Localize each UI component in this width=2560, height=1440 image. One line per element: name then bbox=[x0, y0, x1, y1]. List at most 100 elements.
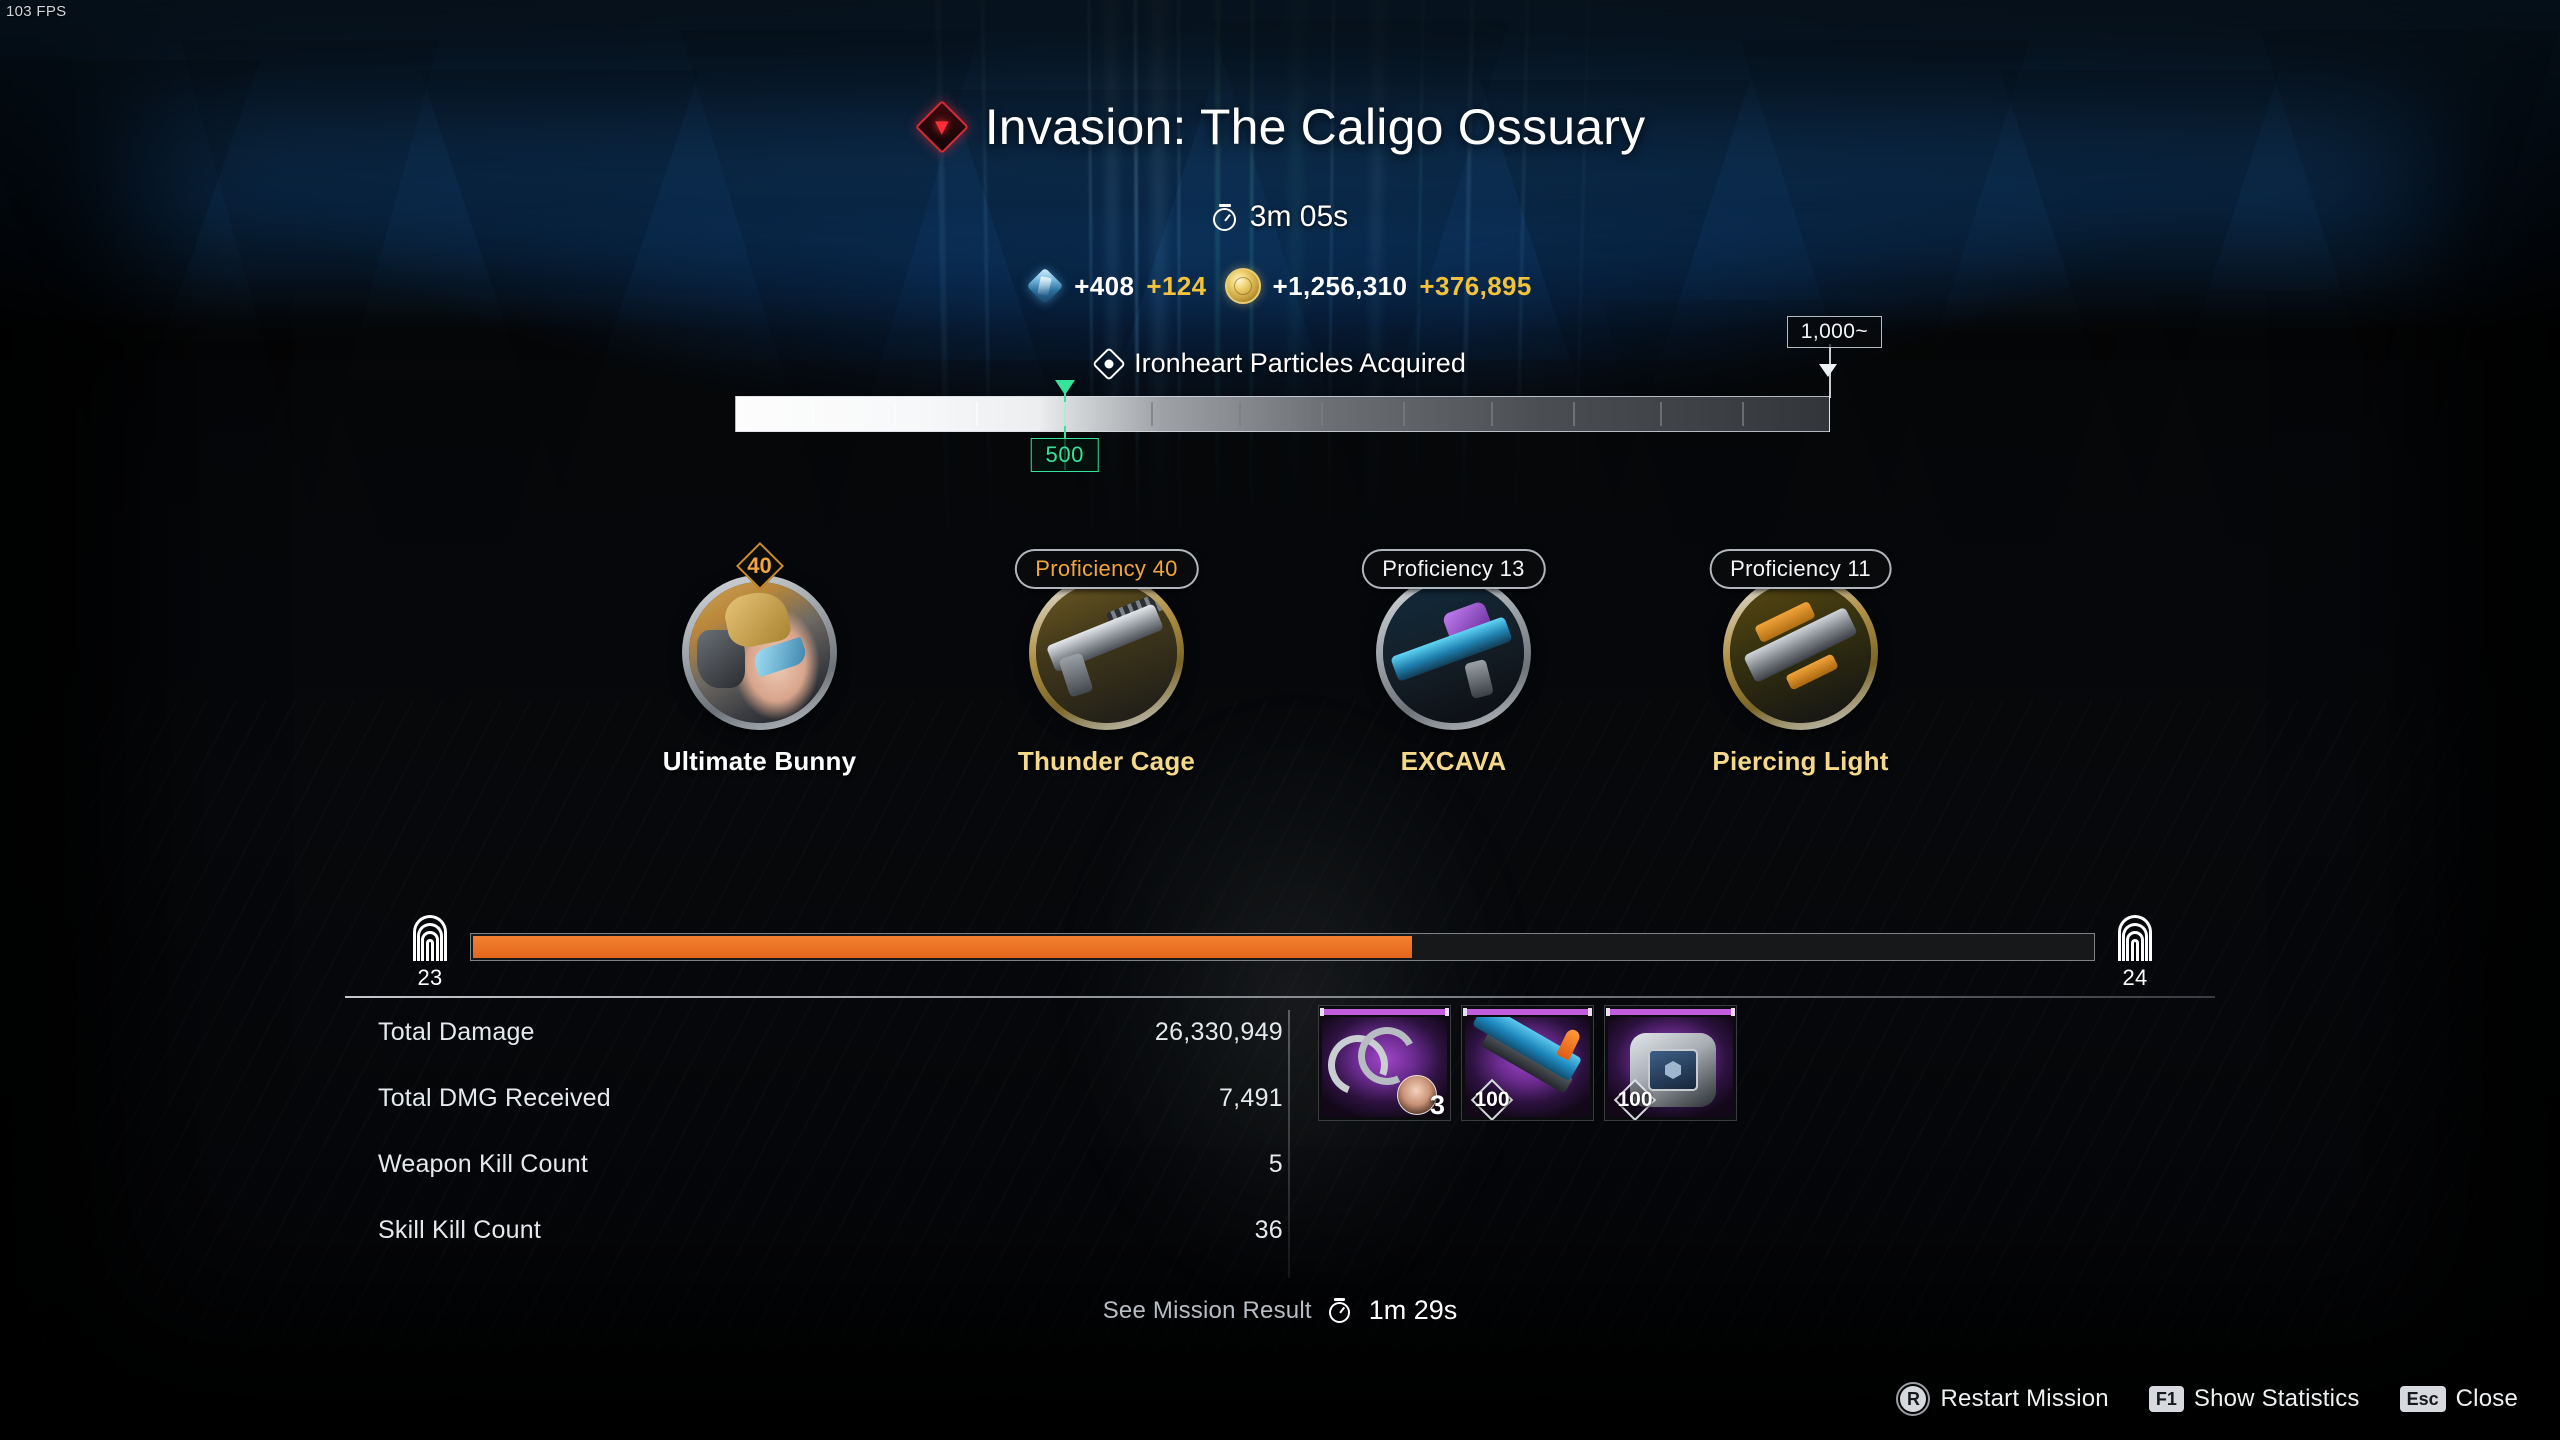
ironheart-tick bbox=[1742, 402, 1745, 426]
stat-value: 26,330,949 bbox=[1154, 1018, 1283, 1046]
ironheart-current-marker: 500 bbox=[1030, 380, 1100, 472]
gold-coin-icon bbox=[1224, 268, 1261, 304]
item-level-value: 100 bbox=[1474, 1088, 1510, 1111]
key-badge-r: R bbox=[1896, 1382, 1931, 1416]
thunder-cage-icon bbox=[1036, 582, 1177, 723]
reward-gold-bonus: +376,895 bbox=[1419, 270, 1532, 301]
list-item[interactable]: 100 bbox=[1461, 1005, 1594, 1121]
close-button[interactable]: Esc Close bbox=[2399, 1385, 2518, 1413]
key-badge-r-label: R bbox=[1900, 1386, 1927, 1412]
item-level-badge: 100 bbox=[1466, 1078, 1518, 1120]
see-mission-result-label: See Mission Result bbox=[1102, 1296, 1312, 1324]
ironheart-tick bbox=[811, 402, 814, 426]
excava-icon bbox=[1383, 582, 1524, 723]
stat-label: Weapon Kill Count bbox=[378, 1150, 589, 1178]
loadout-slot-weapon-3[interactable]: Proficiency 11 Piercing Light bbox=[1673, 545, 1928, 777]
loadout-slot-weapon-2[interactable]: Proficiency 13 EXCAVA bbox=[1326, 545, 1581, 777]
ironheart-current-badge: 500 bbox=[1030, 438, 1100, 472]
rarity-bar bbox=[1463, 1008, 1592, 1016]
reward-items: 3 100 100 bbox=[1318, 1005, 1737, 1121]
mastery-next-rank-value: 24 bbox=[2122, 965, 2148, 990]
piercing-light-icon bbox=[1730, 582, 1871, 723]
page-title: Invasion: The Caligo Ossuary bbox=[984, 99, 1646, 155]
reward-kuiper-bonus: +124 bbox=[1146, 270, 1207, 301]
ironheart-tick bbox=[1320, 402, 1323, 426]
ironheart-max-value: 1,000~ bbox=[1800, 320, 1868, 343]
footer-actions: R Restart Mission F1 Show Statistics Esc… bbox=[1896, 1382, 2518, 1416]
mission-header: ▼ Invasion: The Caligo Ossuary bbox=[0, 98, 2560, 156]
mastery-bar-fill bbox=[473, 936, 1413, 958]
ironheart-tick bbox=[1572, 402, 1575, 426]
ironheart-bar-track bbox=[735, 396, 1830, 432]
ironheart-tick bbox=[975, 402, 978, 426]
mastery-current-rank: 23 bbox=[400, 915, 460, 991]
enhancement-module-icon: 3 bbox=[1322, 1017, 1447, 1117]
stopwatch-icon bbox=[1328, 1298, 1353, 1323]
descendant-name: Ultimate Bunny bbox=[662, 746, 857, 776]
mastery-rank-icon bbox=[413, 915, 447, 961]
loadout-slot-descendant[interactable]: 40 Ultimate Bunny bbox=[632, 541, 887, 777]
ironheart-header: Ironheart Particles Acquired bbox=[0, 346, 2560, 381]
weapon-1-name: Thunder Cage bbox=[1017, 746, 1196, 776]
item-count: 3 bbox=[1429, 1090, 1445, 1117]
stat-value: 5 bbox=[1268, 1150, 1283, 1178]
loadout-slot-weapon-1[interactable]: Proficiency 40 Thunder Cage bbox=[979, 545, 1234, 777]
ironheart-tick bbox=[1063, 402, 1066, 426]
ironheart-current-value: 500 bbox=[1045, 442, 1085, 467]
reward-kuiper: +408 +124 bbox=[1026, 267, 1207, 305]
stat-label: Total DMG Received bbox=[378, 1084, 611, 1112]
weapon-2-proficiency-badge: Proficiency 13 bbox=[1361, 549, 1546, 589]
ironheart-max-pointer bbox=[1819, 364, 1837, 377]
mastery-arc bbox=[2131, 939, 2139, 961]
item-level-value: 100 bbox=[1617, 1088, 1653, 1111]
list-item[interactable]: 100 bbox=[1604, 1005, 1737, 1121]
item-level-badge: 100 bbox=[1609, 1078, 1661, 1120]
descendant-level-value: 40 bbox=[747, 553, 772, 578]
table-row: Weapon Kill Count 5 bbox=[378, 1150, 1283, 1216]
see-mission-result[interactable]: See Mission Result 1m 29s bbox=[0, 1295, 2560, 1326]
reward-gold: +1,256,310 +376,895 bbox=[1224, 268, 1532, 304]
kuiper-shard-icon bbox=[1026, 267, 1064, 305]
weapon-1-proficiency-badge: Proficiency 40 bbox=[1014, 549, 1199, 589]
ironheart-tick bbox=[1238, 402, 1241, 426]
fps-counter: 103 FPS bbox=[6, 3, 67, 20]
mastery-next-rank: 24 bbox=[2105, 915, 2165, 991]
reward-gold-amount: +1,256,310 bbox=[1272, 270, 1408, 301]
ironheart-label: Ironheart Particles Acquired bbox=[1134, 348, 1466, 378]
loadout-row: 40 Ultimate Bunny Proficiency 40 Thunder… bbox=[0, 541, 2560, 777]
descendant-portrait-ring bbox=[682, 575, 837, 730]
show-statistics-button[interactable]: F1 Show Statistics bbox=[2148, 1385, 2360, 1413]
restart-mission-button[interactable]: R Restart Mission bbox=[1896, 1382, 2109, 1416]
reward-kuiper-amount: +408 bbox=[1074, 270, 1135, 301]
weapon-3-proficiency-badge: Proficiency 11 bbox=[1709, 549, 1892, 589]
ironheart-tick bbox=[1490, 402, 1493, 426]
mastery-rank-icon bbox=[2118, 915, 2152, 961]
table-row: Total Damage 26,330,949 bbox=[378, 1018, 1283, 1084]
mastery-current-rank-value: 23 bbox=[417, 965, 443, 990]
descendant-portrait-art bbox=[689, 582, 830, 723]
list-item[interactable]: 3 bbox=[1318, 1005, 1451, 1121]
ironheart-tick bbox=[1660, 402, 1663, 426]
stats-table: Total Damage 26,330,949 Total DMG Receiv… bbox=[378, 1018, 1283, 1282]
weapon-2-icon-ring bbox=[1376, 575, 1531, 730]
rarity-bar bbox=[1320, 1008, 1449, 1016]
ironheart-progress: 1,000~ 500 bbox=[735, 316, 1882, 472]
see-mission-result-countdown: 1m 29s bbox=[1368, 1295, 1458, 1325]
descendant-level-badge: 40 bbox=[735, 541, 784, 591]
section-divider bbox=[345, 996, 2215, 998]
weapon-3-name: Piercing Light bbox=[1712, 746, 1889, 776]
weapon-2-proficiency-label: Proficiency 13 bbox=[1382, 556, 1525, 581]
key-badge-f1: F1 bbox=[2148, 1385, 2184, 1413]
ironheart-tick bbox=[1402, 402, 1405, 426]
weapon-3-proficiency-label: Proficiency 11 bbox=[1730, 556, 1871, 581]
stat-value: 36 bbox=[1254, 1216, 1283, 1244]
ironheart-tick bbox=[893, 402, 896, 426]
weapon-2-name: EXCAVA bbox=[1400, 746, 1507, 776]
table-row: Total DMG Received 7,491 bbox=[378, 1084, 1283, 1150]
ironheart-max-badge: 1,000~ bbox=[1786, 316, 1882, 348]
restart-mission-label: Restart Mission bbox=[1940, 1385, 2109, 1412]
stat-label: Skill Kill Count bbox=[378, 1216, 541, 1244]
close-label: Close bbox=[2455, 1385, 2518, 1412]
stat-label: Total Damage bbox=[378, 1018, 535, 1046]
mastery-bar-track bbox=[470, 933, 2095, 961]
